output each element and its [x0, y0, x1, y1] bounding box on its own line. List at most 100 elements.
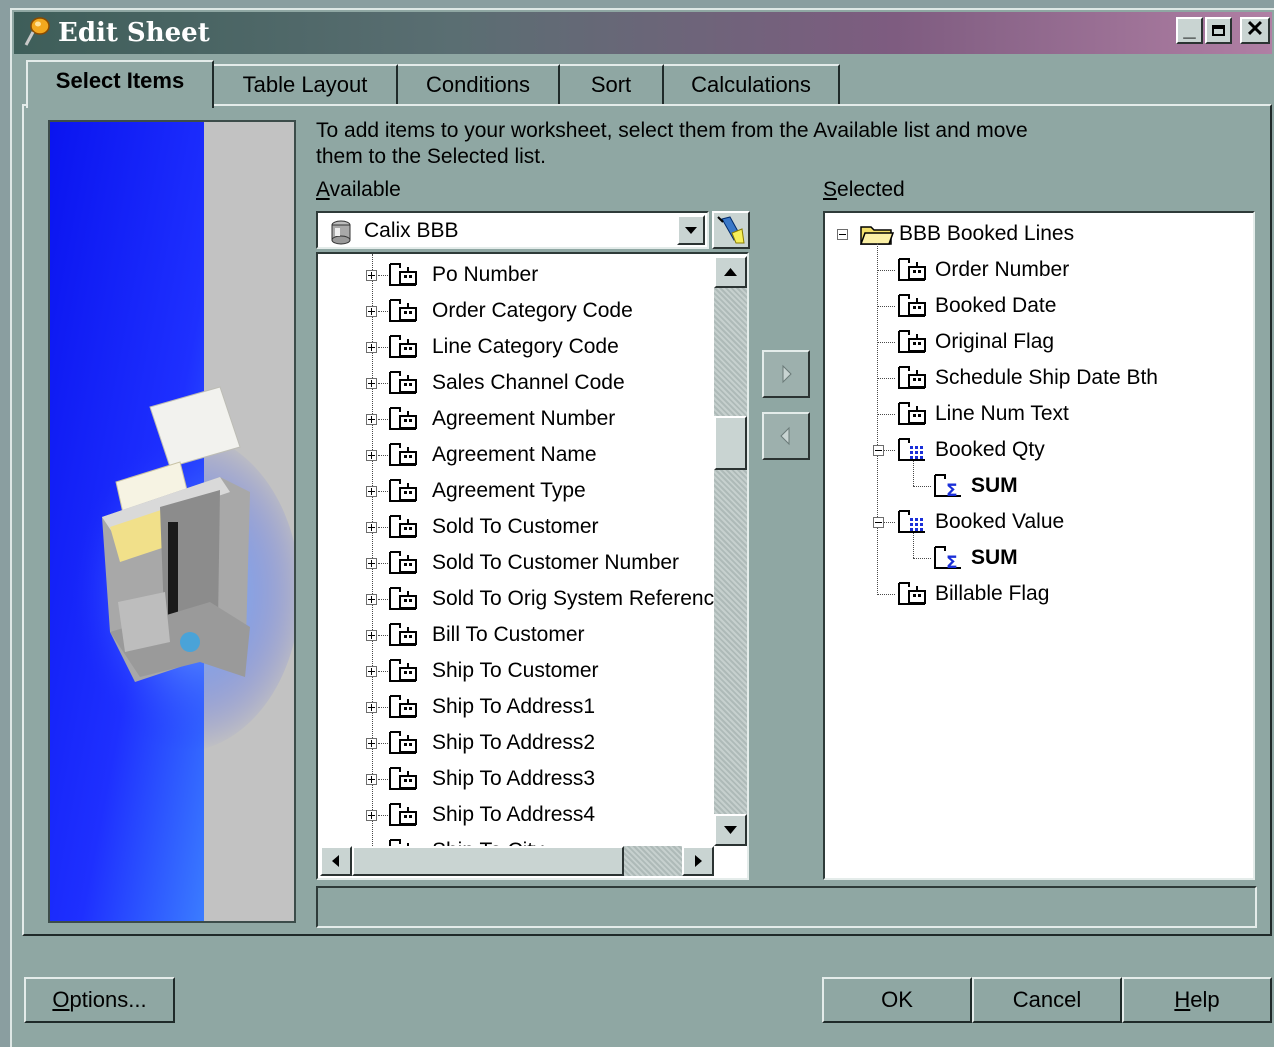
scroll-right-button[interactable] [682, 846, 714, 876]
expand-icon[interactable] [366, 594, 377, 605]
selected-item[interactable]: Billable Flag [825, 577, 1245, 611]
numeric-item-icon [898, 438, 925, 461]
available-item[interactable]: Ship To Address1 [318, 690, 718, 724]
available-item-label: Ship To Address3 [432, 767, 596, 790]
flashlight-icon [717, 216, 745, 244]
scroll-up-button[interactable] [714, 256, 747, 288]
available-item[interactable]: Ship To Customer [318, 654, 718, 688]
selected-item-label: Line Num Text [935, 402, 1069, 425]
expand-icon[interactable] [366, 414, 377, 425]
available-item[interactable]: Agreement Name [318, 438, 718, 472]
svg-text:Σ: Σ [946, 553, 958, 572]
arrow-left-icon [780, 426, 790, 446]
scroll-thumb[interactable] [714, 416, 747, 470]
business-area-icon [331, 220, 351, 245]
available-item[interactable]: Ship To Address4 [318, 798, 718, 832]
maximize-icon [1212, 25, 1225, 36]
tab-sort[interactable]: Sort [560, 64, 664, 104]
available-item[interactable]: Po Number [318, 258, 718, 292]
selected-sum-label: SUM [971, 474, 1018, 497]
expand-icon[interactable] [366, 738, 377, 749]
ok-button[interactable]: OK [822, 977, 972, 1023]
available-vertical-scrollbar[interactable] [714, 256, 747, 846]
selected-item[interactable]: Original Flag [825, 325, 1245, 359]
expand-icon[interactable] [366, 378, 377, 389]
available-item[interactable]: Agreement Type [318, 474, 718, 508]
available-item[interactable]: Sold To Customer Number [318, 546, 718, 580]
item-icon [389, 803, 417, 826]
selected-item[interactable]: Line Num Text [825, 397, 1245, 431]
selected-measure-label: Booked Qty [935, 438, 1045, 461]
selected-item[interactable]: Booked Date [825, 289, 1245, 323]
collapse-icon[interactable] [873, 445, 884, 456]
item-icon [389, 335, 417, 358]
selected-item-label: Billable Flag [935, 582, 1050, 605]
available-item[interactable]: Sold To Customer [318, 510, 718, 544]
selected-folder[interactable]: BBB Booked Lines [825, 217, 1245, 251]
selected-items-tree[interactable]: BBB Booked Lines Order Number Booked Dat… [823, 211, 1255, 880]
tab-table-layout[interactable]: Table Layout [214, 64, 398, 104]
available-item-label: Ship To Address1 [432, 695, 596, 718]
selected-item-label: Original Flag [935, 330, 1055, 353]
available-horizontal-scrollbar[interactable] [320, 846, 714, 876]
expand-icon[interactable] [366, 270, 377, 281]
expand-icon[interactable] [366, 810, 377, 821]
available-item[interactable]: Agreement Number [318, 402, 718, 436]
expand-icon[interactable] [366, 702, 377, 713]
close-button[interactable]: ✕ [1240, 17, 1270, 44]
horizontal-scroll-thumb[interactable] [352, 846, 624, 876]
available-item[interactable]: Line Category Code [318, 330, 718, 364]
find-items-button[interactable] [712, 211, 750, 249]
maximize-button[interactable] [1205, 17, 1232, 44]
arrow-right-icon [695, 855, 702, 867]
business-area-select[interactable]: Calix BBB [316, 211, 709, 249]
available-item[interactable]: Ship To Address3 [318, 762, 718, 796]
selected-item[interactable]: Schedule Ship Date Bth [825, 361, 1245, 395]
tab-conditions[interactable]: Conditions [398, 64, 560, 104]
selected-sum[interactable]: Σ SUM [825, 469, 1245, 503]
dropdown-button[interactable] [677, 215, 705, 245]
expand-icon[interactable] [366, 486, 377, 497]
cancel-button[interactable]: Cancel [972, 977, 1122, 1023]
expand-icon[interactable] [366, 342, 377, 353]
item-icon [389, 767, 417, 790]
add-item-button[interactable] [762, 350, 810, 398]
expand-icon[interactable] [366, 450, 377, 461]
scroll-left-button[interactable] [320, 846, 352, 876]
tab-select-items[interactable]: Select Items [26, 60, 214, 108]
item-icon [389, 443, 417, 466]
selected-measure[interactable]: Booked Value [825, 505, 1245, 539]
expand-icon[interactable] [366, 522, 377, 533]
options-button[interactable]: Options... [24, 977, 175, 1023]
expand-icon[interactable] [366, 630, 377, 641]
available-item[interactable]: Sold To Orig System Referenc [318, 582, 718, 616]
expand-icon[interactable] [366, 306, 377, 317]
expand-icon[interactable] [366, 666, 377, 677]
available-item-label: Sold To Customer [432, 515, 599, 538]
available-items-tree[interactable]: Po Number Order Category Code Line Categ… [316, 252, 749, 880]
available-item[interactable]: Ship To Address2 [318, 726, 718, 760]
collapse-icon[interactable] [837, 229, 848, 240]
svg-text:Σ: Σ [946, 481, 958, 500]
available-item[interactable]: Sales Channel Code [318, 366, 718, 400]
expand-icon[interactable] [366, 774, 377, 785]
item-icon [389, 587, 417, 610]
file-cabinet-illustration [50, 122, 294, 921]
arrow-down-icon [724, 826, 737, 834]
scroll-down-button[interactable] [714, 814, 747, 846]
item-icon [898, 402, 926, 425]
arrow-left-icon [332, 855, 339, 867]
selected-item[interactable]: Order Number [825, 253, 1245, 287]
minimize-button[interactable]: _ [1176, 17, 1203, 44]
item-icon [898, 330, 926, 353]
selected-measure[interactable]: Booked Qty [825, 433, 1245, 467]
available-item[interactable]: Order Category Code [318, 294, 718, 328]
help-button[interactable]: Help [1122, 977, 1272, 1023]
selected-sum[interactable]: Σ SUM [825, 541, 1245, 575]
tab-calculations[interactable]: Calculations [664, 64, 840, 104]
collapse-icon[interactable] [873, 517, 884, 528]
available-item[interactable]: Bill To Customer [318, 618, 718, 652]
remove-item-button[interactable] [762, 412, 810, 460]
item-icon [389, 623, 417, 646]
expand-icon[interactable] [366, 558, 377, 569]
